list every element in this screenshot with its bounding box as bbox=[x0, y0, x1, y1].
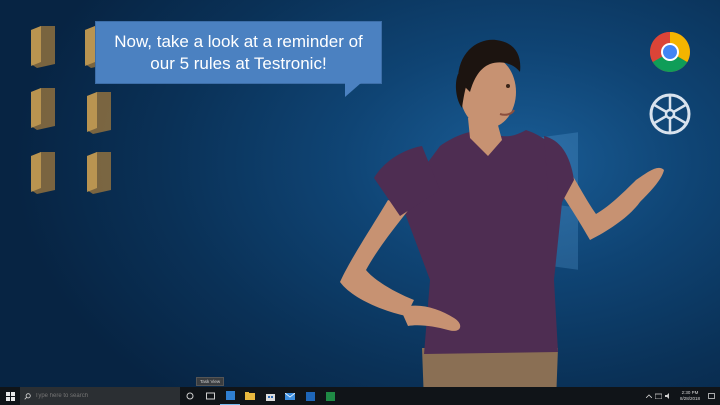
excel-icon[interactable] bbox=[320, 387, 340, 405]
folder-icon[interactable] bbox=[28, 150, 58, 194]
windows-icon bbox=[5, 391, 15, 401]
store-icon[interactable] bbox=[260, 387, 280, 405]
volume-icon[interactable] bbox=[664, 387, 674, 405]
edge-icon[interactable] bbox=[220, 387, 240, 405]
search-input[interactable] bbox=[31, 389, 155, 403]
search-icon bbox=[24, 392, 31, 400]
taskbar-tooltip: Task View bbox=[196, 377, 225, 386]
folder-icon[interactable] bbox=[84, 150, 114, 194]
folder-icon[interactable] bbox=[84, 90, 114, 134]
folder-icon[interactable] bbox=[28, 24, 58, 68]
network-icon[interactable] bbox=[654, 387, 664, 405]
task-view-icon[interactable] bbox=[200, 387, 220, 405]
folder-icon[interactable] bbox=[28, 86, 58, 130]
presenter-figure bbox=[330, 30, 670, 402]
cortana-icon[interactable] bbox=[180, 387, 200, 405]
desktop: Now, take a look at a reminder of our 5 … bbox=[0, 0, 720, 405]
taskbar: 2:30 PM 8/28/2018 bbox=[0, 387, 720, 405]
clock-date: 8/28/2018 bbox=[679, 396, 700, 401]
app-icon[interactable] bbox=[300, 387, 320, 405]
mail-icon[interactable] bbox=[280, 387, 300, 405]
notification-icon[interactable] bbox=[706, 387, 716, 405]
taskbar-search[interactable] bbox=[20, 387, 180, 405]
chevron-up-icon[interactable] bbox=[644, 387, 654, 405]
file-explorer-icon[interactable] bbox=[240, 387, 260, 405]
taskbar-clock[interactable]: 2:30 PM 8/28/2018 bbox=[674, 390, 706, 402]
start-button[interactable] bbox=[0, 387, 20, 405]
system-tray: 2:30 PM 8/28/2018 bbox=[644, 387, 720, 405]
